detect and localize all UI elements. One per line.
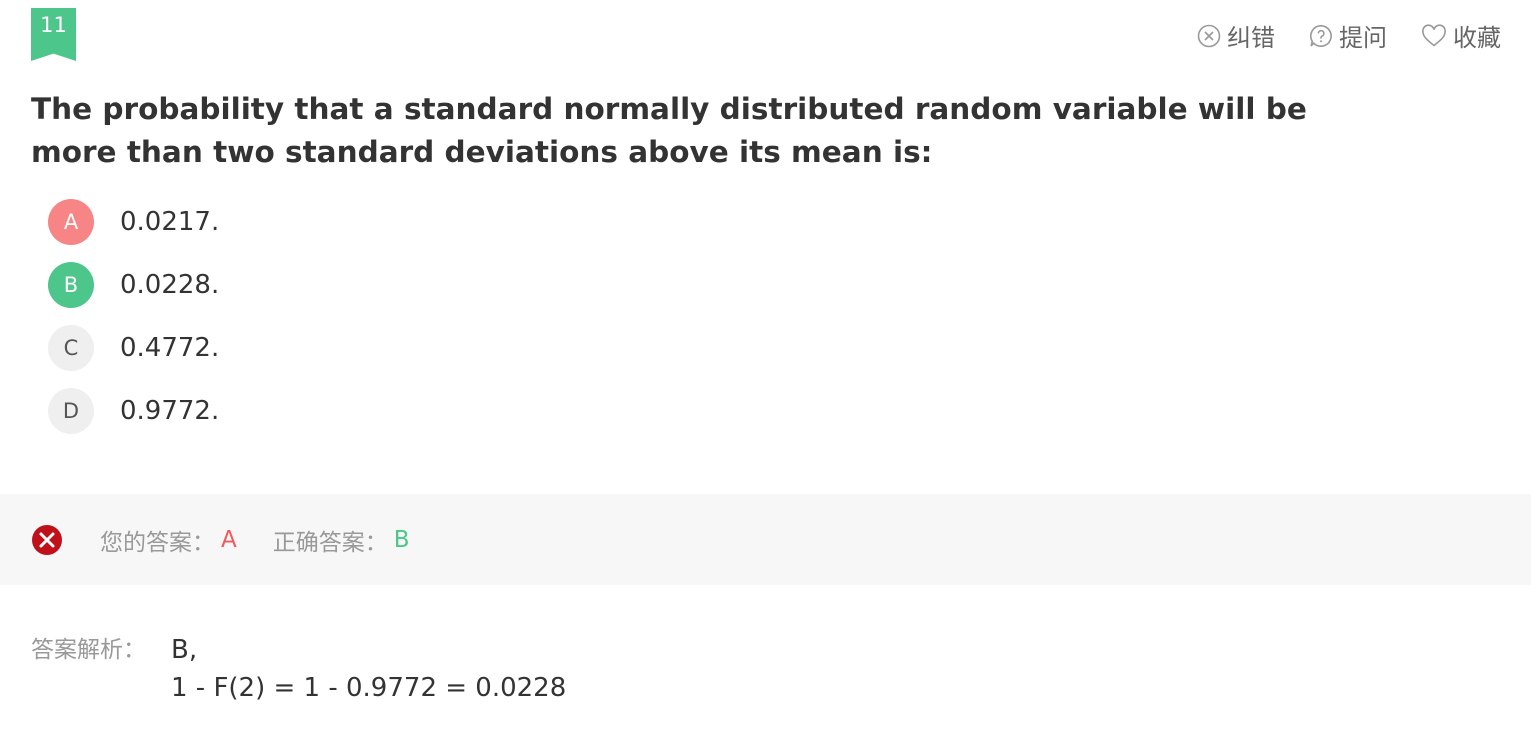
correct-answer-value: B [393,526,410,553]
favorite-label: 收藏 [1453,24,1501,52]
correct-answer-label: 正确答案： [272,529,388,556]
report-error-label: 纠错 [1227,24,1275,52]
option-letter: A [48,199,94,245]
your-answer-value: A [221,526,237,553]
question-number-badge: 11 [31,8,76,61]
option-letter: C [48,325,94,371]
ask-question-label: 提问 [1339,24,1387,52]
option-text: 0.0228. [120,270,220,300]
option-letter: D [48,388,94,434]
question-tools: 纠错 提问 收藏 [1197,18,1501,53]
option-b[interactable]: B 0.0228. [48,262,219,325]
option-a[interactable]: A 0.0217. [48,199,219,262]
analysis-label: 答案解析： [31,637,146,663]
analysis-body: B, 1 - F(2) = 1 - 0.9772 = 0.0228 [171,631,566,707]
option-letter: B [48,262,94,308]
answer-analysis: 答案解析： B, 1 - F(2) = 1 - 0.9772 = 0.0228 [31,631,566,707]
question-number: 11 [40,13,67,37]
your-answer-label: 您的答案： [100,529,215,556]
option-c[interactable]: C 0.4772. [48,325,219,388]
report-error-button[interactable]: 纠错 [1197,18,1275,53]
answer-result-bar: 您的答案： A 正确答案： B [0,494,1531,585]
close-circle-icon [1197,24,1221,47]
analysis-line-1: B, [171,635,198,665]
options-list: A 0.0217. B 0.0228. C 0.4772. D 0.9772. [48,199,219,451]
favorite-button[interactable]: 收藏 [1421,18,1501,53]
option-text: 0.0217. [120,207,220,237]
wrong-answer-icon [32,524,62,555]
option-d[interactable]: D 0.9772. [48,388,219,451]
analysis-line-2: 1 - F(2) = 1 - 0.9772 = 0.0228 [171,673,567,703]
option-text: 0.9772. [120,396,220,426]
question-text: The probability that a standard normally… [31,92,1307,169]
question-bubble-icon [1309,24,1332,47]
ask-question-button[interactable]: 提问 [1309,18,1387,53]
heart-icon [1422,23,1446,47]
question-page: 11 纠错 提问 收藏 The probability that a stand… [0,0,1531,744]
option-text: 0.4772. [120,333,220,363]
